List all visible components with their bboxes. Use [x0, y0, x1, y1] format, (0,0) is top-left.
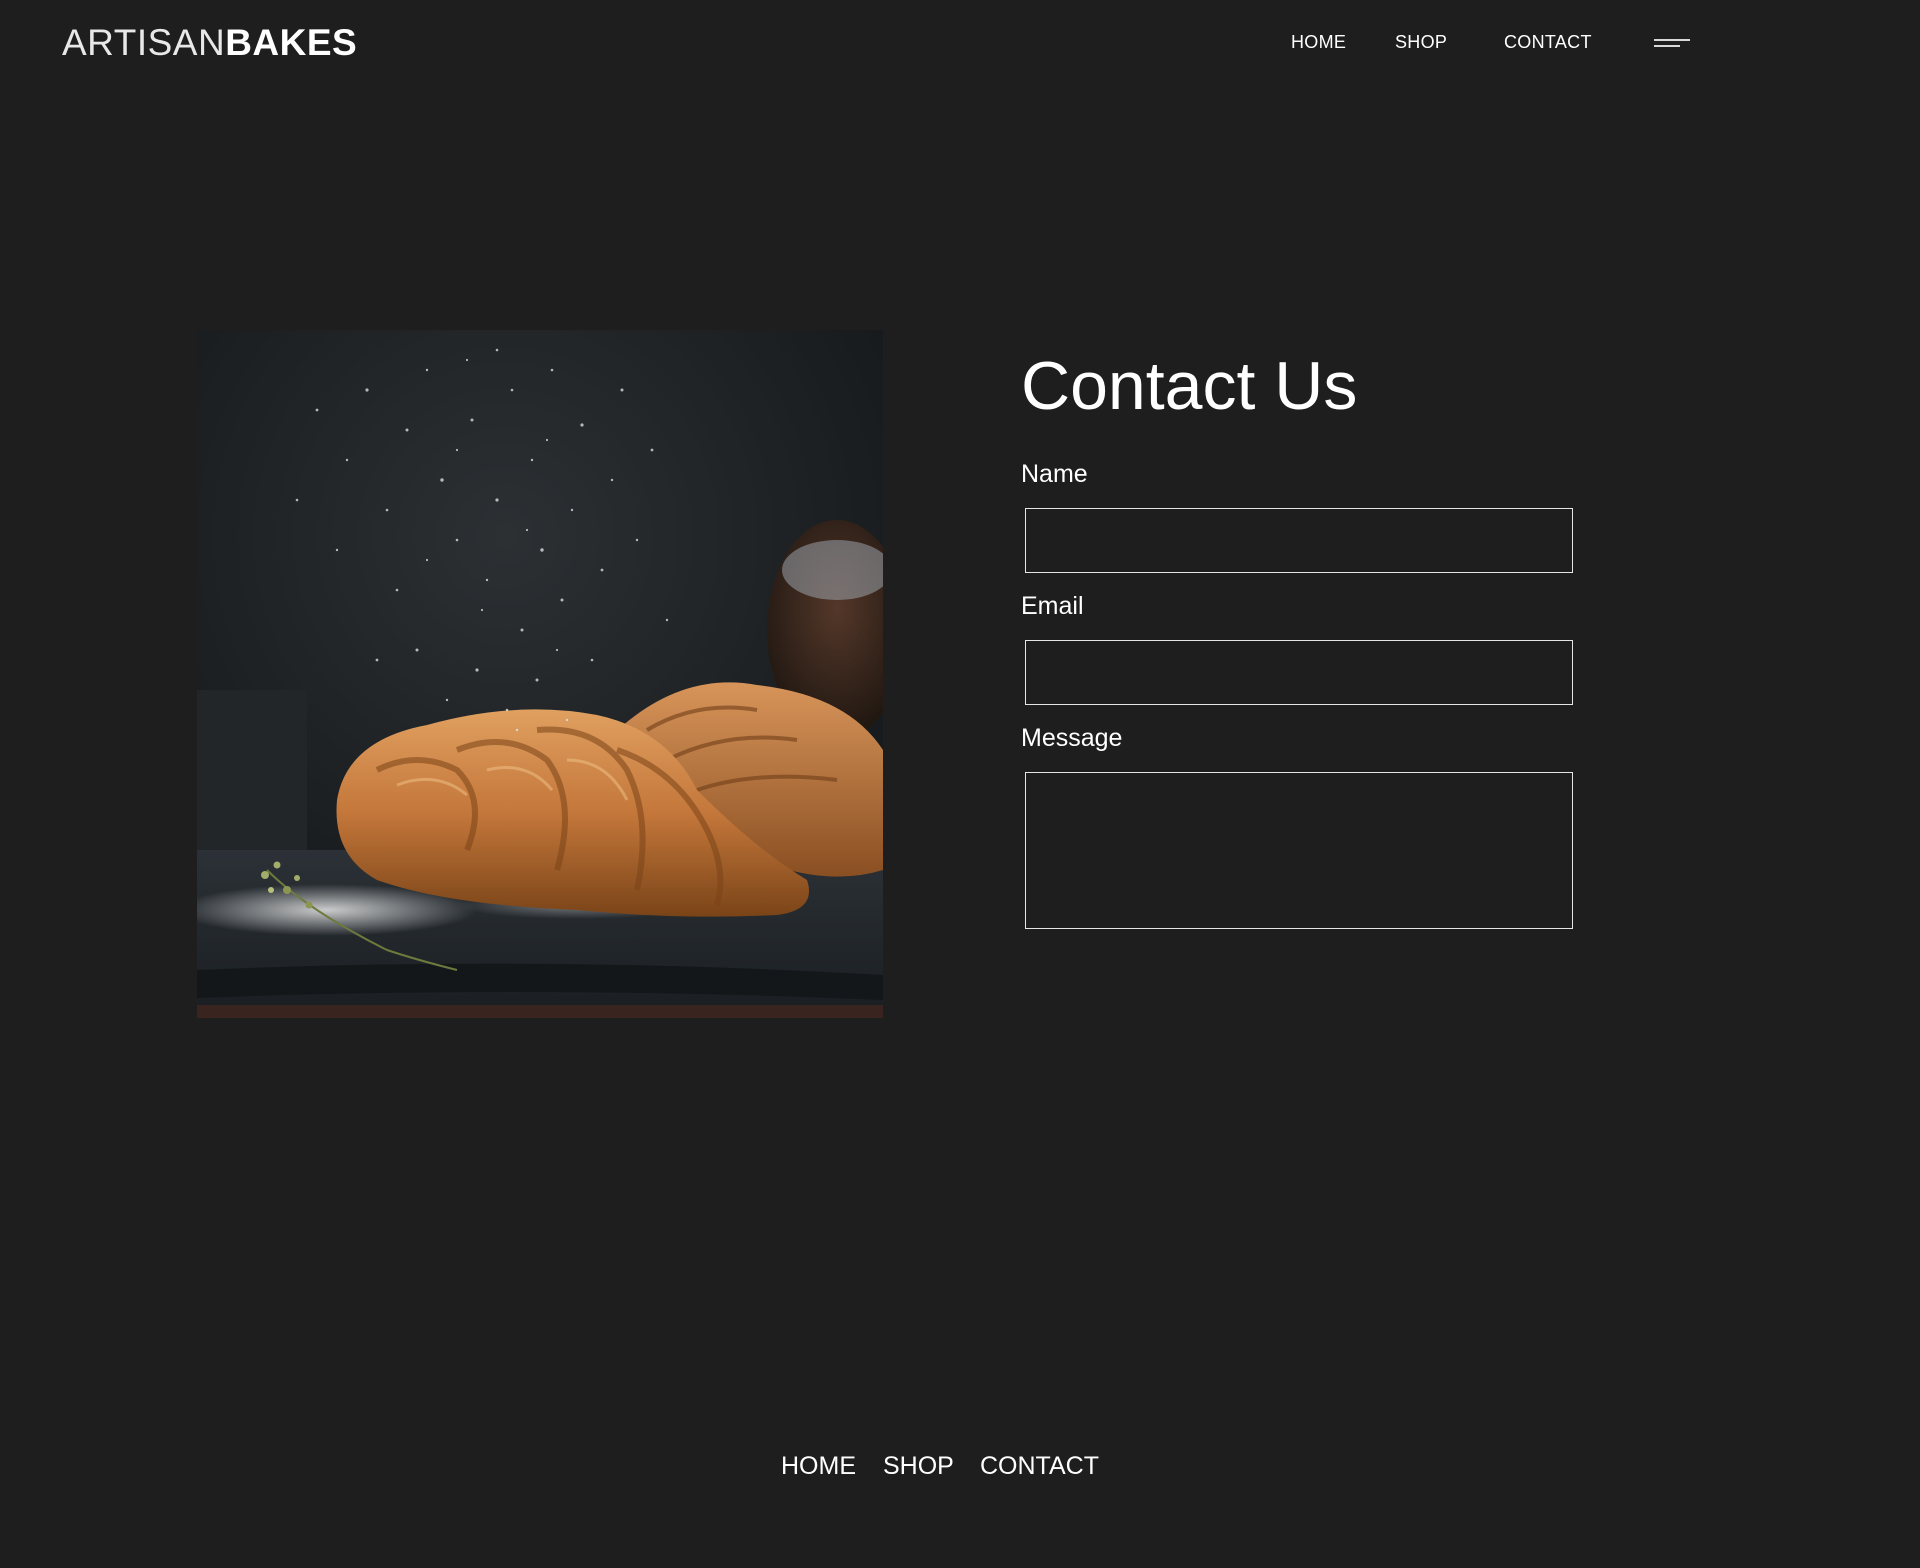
name-label: Name — [1021, 460, 1088, 488]
nav-shop-link[interactable]: SHOP — [1395, 30, 1447, 54]
email-field[interactable] — [1025, 640, 1573, 705]
name-field[interactable] — [1025, 508, 1573, 573]
site-header: ARTISANBAKES HOME SHOP CONTACT — [0, 0, 1920, 86]
footer-shop-link[interactable]: SHOP — [883, 1450, 954, 1482]
nav-home-link[interactable]: HOME — [1291, 30, 1346, 54]
footer-home-link[interactable]: HOME — [781, 1450, 856, 1482]
message-label: Message — [1021, 724, 1123, 752]
croissant-illustration — [197, 330, 883, 1018]
footer-contact-link[interactable]: CONTACT — [980, 1450, 1099, 1482]
croissant-photo — [197, 330, 883, 1018]
message-field[interactable] — [1025, 772, 1573, 929]
email-label: Email — [1021, 592, 1084, 620]
hamburger-menu-icon[interactable] — [1654, 38, 1692, 48]
brand-logo-bold: BAKES — [225, 22, 358, 63]
brand-logo-light: ARTISAN — [62, 22, 226, 63]
brand-logo[interactable]: ARTISANBAKES — [62, 20, 357, 66]
contact-title: Contact Us — [1021, 348, 1358, 424]
nav-contact-link[interactable]: CONTACT — [1504, 30, 1592, 54]
